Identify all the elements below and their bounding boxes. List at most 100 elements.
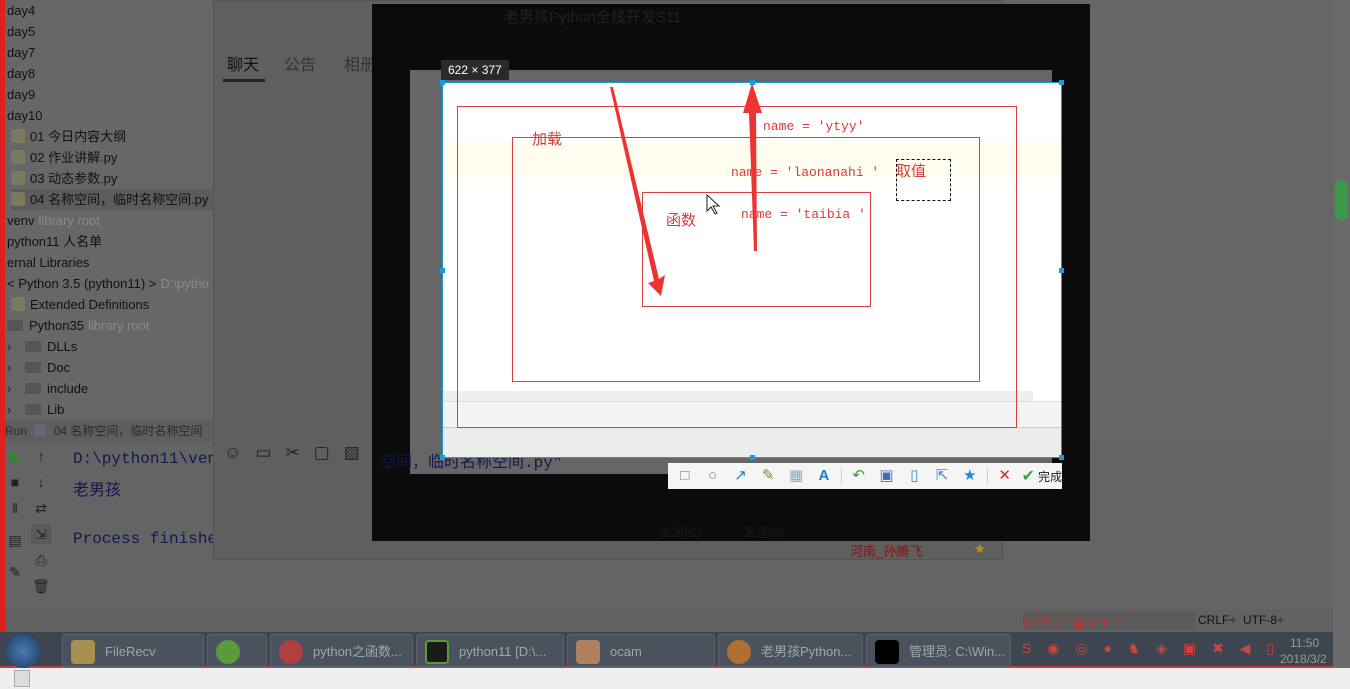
tree-item[interactable]: › Lib xyxy=(7,399,64,420)
resize-handle[interactable] xyxy=(440,455,445,460)
tree-item-label: Extended Definitions xyxy=(30,297,150,312)
tree-item-label: 04 名称空间，临时名称空间.py xyxy=(30,192,209,207)
tree-item[interactable]: day8 xyxy=(7,63,35,84)
tree-item[interactable]: day9 xyxy=(7,84,35,105)
layout-icon[interactable]: ▤ xyxy=(5,530,25,550)
vertical-scrollbar[interactable] xyxy=(1333,0,1350,668)
stop-icon[interactable]: ■ xyxy=(5,472,25,492)
brush-icon[interactable]: ✎ xyxy=(757,466,779,486)
tree-item[interactable]: › include xyxy=(7,378,88,399)
mouse-cursor-icon xyxy=(706,193,721,215)
run-icon[interactable]: ▶ xyxy=(5,446,25,466)
ime-toolbar[interactable]: S 中 ◗ ° ▦ ● ✦ ✧ xyxy=(1023,612,1195,630)
chevron-right-icon[interactable]: › xyxy=(7,336,25,357)
windows-taskbar: FileRecv python之函数... python11 [D:\... o… xyxy=(0,632,1350,668)
done-button[interactable]: ✔ 完成 xyxy=(1022,466,1062,486)
scroll-thumb[interactable] xyxy=(14,670,30,687)
taskbar-item[interactable]: 管理员: C:\Win... xyxy=(866,634,1011,667)
system-tray-icons[interactable]: S ◉ ◎ ● ♞ ◈ ▣ ✖ ◀ ▯ xyxy=(1022,640,1280,657)
mosaic-icon[interactable]: ▦ xyxy=(785,466,807,486)
resize-handle[interactable] xyxy=(1059,455,1064,460)
resize-handle[interactable] xyxy=(1059,268,1064,273)
chat-input-toolbar[interactable]: ☺▭✂▢▨ xyxy=(224,443,374,463)
chevron-right-icon[interactable]: › xyxy=(7,378,25,399)
member-name[interactable]: 河南_孙腾飞 xyxy=(850,541,922,560)
tree-item[interactable]: 01 今日内容大纲 xyxy=(11,126,126,147)
tree-item[interactable]: 04 名称空间，临时名称空间.py xyxy=(11,189,216,210)
taskbar-item[interactable]: python11 [D:\... xyxy=(416,634,564,667)
save-icon[interactable]: ▣ xyxy=(876,466,898,486)
tree-item[interactable]: venv library root xyxy=(7,210,100,231)
taskbar-item[interactable]: python之函数... xyxy=(270,634,413,667)
tab-chat[interactable]: 聊天 xyxy=(227,51,259,75)
tree-item[interactable]: ernal Libraries xyxy=(7,252,89,273)
run-config-name[interactable]: 04 名称空间，临时名称空间 xyxy=(54,424,203,438)
resize-handle[interactable] xyxy=(440,268,445,273)
tree-item-hint: D:\pytho xyxy=(160,276,209,291)
divider xyxy=(840,468,842,484)
chevron-right-icon[interactable]: › xyxy=(7,357,25,378)
text-icon[interactable]: A xyxy=(813,466,835,486)
resize-handle[interactable] xyxy=(750,80,755,85)
taskbar-item[interactable]: FileRecv xyxy=(62,634,204,667)
tree-item[interactable]: day7 xyxy=(7,42,35,63)
trash-icon[interactable]: 🗑 xyxy=(31,576,51,596)
taskbar-item[interactable] xyxy=(207,634,267,667)
chevron-right-icon[interactable]: › xyxy=(7,399,25,420)
python-file-icon xyxy=(11,171,25,185)
line-separator[interactable]: CRLF÷ xyxy=(1198,613,1236,627)
check-icon: ✔ xyxy=(1021,468,1035,485)
close-button[interactable]: 关闭(C) xyxy=(660,524,701,541)
tree-item[interactable]: 02 作业讲解.py xyxy=(11,147,117,168)
done-label: 完成 xyxy=(1037,469,1062,484)
tree-item[interactable]: Python35 library root xyxy=(7,315,149,336)
up-arrow-icon[interactable]: ↑ xyxy=(31,446,51,466)
clock-time: 11:50 xyxy=(1290,636,1320,650)
cancel-icon[interactable]: ✕ xyxy=(994,466,1016,486)
taskbar-item[interactable]: ocam xyxy=(567,634,715,667)
tree-item[interactable]: day5 xyxy=(7,21,35,42)
encoding[interactable]: UTF-8÷ xyxy=(1243,613,1284,627)
tree-item[interactable]: < Python 3.5 (python11) > D:\pytho xyxy=(7,273,209,294)
console-line: D:\python11\venv xyxy=(73,450,227,468)
python-file-icon xyxy=(11,192,25,206)
scroll-end-icon[interactable]: ⇲ xyxy=(31,524,51,544)
screenshot-selection[interactable]: 加载 函数 取值 name = 'ytyy' name = 'laonanahi… xyxy=(440,80,1064,460)
pin-icon[interactable]: ✎ xyxy=(5,562,25,582)
taskbar-item[interactable]: 老男孩Python... xyxy=(718,634,863,667)
send-button[interactable]: 发送(S) xyxy=(744,524,784,541)
pause-icon[interactable]: ‖ xyxy=(5,498,25,518)
floating-widget[interactable] xyxy=(1335,180,1348,220)
arrow-icon[interactable]: ↗ xyxy=(730,466,752,486)
device-icon[interactable]: ▯ xyxy=(903,466,925,486)
start-button[interactable] xyxy=(6,634,40,668)
tree-item-label: ernal Libraries xyxy=(7,255,90,270)
favorite-icon[interactable]: ★ xyxy=(959,466,981,486)
print-icon[interactable]: ⎙ xyxy=(31,550,51,570)
wrap-icon[interactable]: ⇄ xyxy=(31,498,51,518)
screenshot-toolbar: □ ○ ↗ ✎ ▦ A ↶ ▣ ▯ ⇱ ★ ✕ ✔ 完成 xyxy=(668,463,1062,489)
tree-item[interactable]: day4 xyxy=(7,0,35,21)
tree-item[interactable]: Extended Definitions xyxy=(11,294,149,315)
tree-item[interactable]: python11 人名单 xyxy=(7,231,102,252)
resize-handle[interactable] xyxy=(1059,80,1064,85)
tree-item[interactable]: day10 xyxy=(7,105,42,126)
console-line: 老男孩 xyxy=(73,482,122,500)
resize-handle[interactable] xyxy=(750,455,755,460)
tree-item[interactable]: 03 动态参数.py xyxy=(11,168,117,189)
tree-item[interactable]: › Doc xyxy=(7,357,70,378)
ellipse-icon[interactable]: ○ xyxy=(702,466,724,486)
rectangle-icon[interactable]: □ xyxy=(674,466,696,486)
horizontal-scrollbar[interactable] xyxy=(0,668,1350,689)
down-arrow-icon[interactable]: ↓ xyxy=(31,472,51,492)
console-line: Process finished xyxy=(73,530,227,548)
arrow-down xyxy=(610,87,665,296)
resize-handle[interactable] xyxy=(440,80,445,85)
share-icon[interactable]: ⇱ xyxy=(931,466,953,486)
tree-item-label: day4 xyxy=(7,3,36,18)
tree-item[interactable]: › DLLs xyxy=(7,336,77,357)
tab-notice[interactable]: 公告 xyxy=(284,51,316,75)
arrows-layer xyxy=(610,83,762,296)
star-icon: ★ xyxy=(974,541,986,556)
undo-icon[interactable]: ↶ xyxy=(848,466,870,486)
